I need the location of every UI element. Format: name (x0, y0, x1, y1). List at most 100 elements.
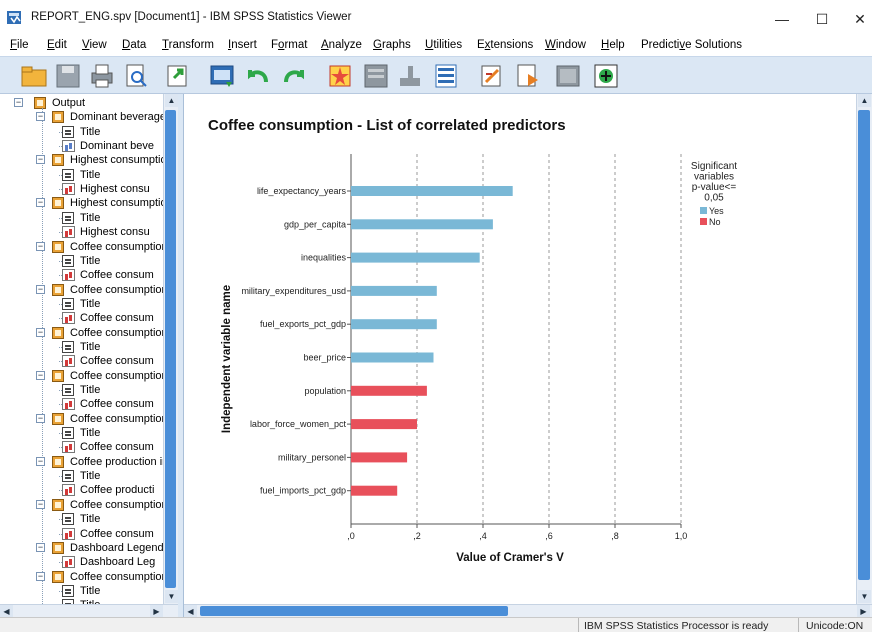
bar-life_expectancy_years[interactable] (351, 186, 513, 196)
menu-file[interactable]: File (10, 39, 29, 51)
outline-title-item[interactable]: Title (58, 340, 170, 354)
close-button[interactable]: ✕ (840, 6, 872, 32)
menu-data[interactable]: Data (122, 39, 146, 51)
scroll-up-arrow-icon[interactable]: ▲ (165, 94, 178, 107)
outline-folder[interactable]: − Coffee consumption (36, 369, 170, 383)
outline-chart-item[interactable]: Coffee producti (58, 483, 170, 497)
outline-folder[interactable]: − Dashboard Legend (36, 541, 170, 555)
designate-window-icon[interactable] (592, 62, 620, 90)
scroll-down-arrow-icon[interactable]: ▼ (858, 590, 871, 603)
outline-chart-item[interactable]: Coffee consum (58, 311, 170, 325)
outline-title-item[interactable]: Title (58, 254, 170, 268)
scroll-down-arrow-icon[interactable]: ▼ (165, 590, 178, 603)
outline-chart-item[interactable]: Highest consu (58, 182, 170, 196)
outline-folder[interactable]: − Highest consumptio (36, 153, 170, 167)
export-icon[interactable] (164, 62, 192, 90)
collapse-icon[interactable]: − (36, 499, 45, 509)
outline-folder[interactable]: − Coffee consumption (36, 240, 170, 254)
collapse-icon[interactable]: − (36, 370, 45, 380)
collapse-icon[interactable]: − (36, 542, 45, 552)
outline-title-item[interactable]: Title (58, 426, 170, 440)
outline-folder[interactable]: − Coffee consumption (36, 570, 170, 584)
outline-folder[interactable]: − Coffee consumption (36, 412, 170, 426)
outline-title-item[interactable]: Title (58, 168, 170, 182)
insert-output-icon[interactable] (478, 62, 506, 90)
outline-horizontal-scrollbar[interactable]: ◀ ▶ (0, 604, 178, 618)
outline-folder[interactable]: − Coffee consumption (36, 498, 170, 512)
menu-window[interactable]: Window (545, 39, 586, 51)
menu-transform[interactable]: Transform (162, 39, 214, 51)
collapse-icon[interactable]: − (36, 327, 45, 337)
run-script-icon[interactable] (514, 62, 542, 90)
bar-military_personel[interactable] (351, 452, 408, 463)
redo-icon[interactable] (280, 62, 308, 90)
menu-utilities[interactable]: Utilities (425, 39, 462, 51)
content-horizontal-scroll-thumb[interactable] (200, 606, 508, 616)
menu-analyze[interactable]: Analyze (321, 39, 362, 51)
outline-folder[interactable]: − Coffee production in (36, 455, 170, 469)
minimize-button[interactable]: — (762, 6, 802, 32)
menu-insert[interactable]: Insert (228, 39, 257, 51)
content-vertical-scroll-thumb[interactable] (858, 110, 870, 580)
outline-folder[interactable]: − Coffee consumption (36, 326, 170, 340)
menu-view[interactable]: View (82, 39, 107, 51)
maximize-button[interactable]: ☐ (802, 6, 842, 32)
outline-title-item[interactable]: Title (58, 125, 170, 139)
collapse-icon[interactable]: − (14, 98, 23, 107)
outline-chart-item[interactable]: Coffee consum (58, 397, 170, 411)
bar-military_expenditures_usd[interactable] (351, 285, 437, 296)
outline-title-item[interactable]: Title (58, 512, 170, 526)
collapse-icon[interactable]: − (36, 571, 45, 581)
outline-title-item[interactable]: Title (58, 383, 170, 397)
menu-graphs[interactable]: Graphs (373, 39, 411, 51)
collapse-icon[interactable]: − (36, 155, 45, 165)
bar-beer_price[interactable] (351, 352, 434, 363)
bar-population[interactable] (351, 385, 427, 396)
outline-folder[interactable]: − Highest consumptio (36, 196, 170, 210)
outline-chart-item[interactable]: Dominant beve (58, 139, 170, 153)
save-icon[interactable] (54, 62, 82, 90)
variables-icon[interactable] (432, 62, 460, 90)
menu-predictive-solutions[interactable]: Predictive Solutions (641, 39, 742, 51)
outline-title-item[interactable]: Title (58, 211, 170, 225)
bar-chart[interactable]: ,0 ,2 ,4 ,6 ,8 1,0 life_expectancy_years gdp_pe… (184, 94, 856, 604)
outline-chart-item[interactable]: Highest consu (58, 225, 170, 239)
outline-chart-item[interactable]: Coffee consum (58, 527, 170, 541)
menu-help[interactable]: Help (601, 39, 625, 51)
collapse-icon[interactable]: − (36, 456, 45, 466)
open-icon[interactable] (20, 62, 48, 90)
outline-title-item[interactable]: Title (58, 469, 170, 483)
print-preview-icon[interactable] (122, 62, 150, 90)
collapse-icon[interactable]: − (36, 413, 45, 423)
bar-fuel_imports_pct_gdp[interactable] (351, 485, 398, 496)
outline-folder[interactable]: − Dominant beverage (36, 110, 170, 124)
bar-fuel_exports_pct_gdp[interactable] (351, 319, 437, 330)
bar-gdp_per_capita[interactable] (351, 219, 493, 230)
show-hide-icon[interactable] (554, 62, 582, 90)
outline-chart-item[interactable]: Coffee consum (58, 354, 170, 368)
outline-chart-item[interactable]: Dashboard Leg (58, 555, 170, 569)
print-icon[interactable] (88, 62, 116, 90)
collapse-icon[interactable]: − (36, 112, 45, 122)
outline-chart-item[interactable]: Coffee consum (58, 440, 170, 454)
scroll-up-arrow-icon[interactable]: ▲ (858, 94, 871, 107)
outline-title-item[interactable]: Title (58, 297, 170, 311)
outline-chart-item[interactable]: Coffee consum (58, 268, 170, 282)
outline-folder[interactable]: − Coffee consumption (36, 283, 170, 297)
outline-vertical-scroll-thumb[interactable] (165, 110, 176, 588)
goto-variable-icon[interactable] (396, 62, 424, 90)
menu-extensions[interactable]: Extensions (477, 39, 533, 51)
outline-root[interactable]: − Output (14, 96, 164, 110)
goto-data-icon[interactable] (326, 62, 354, 90)
collapse-icon[interactable]: − (36, 284, 45, 294)
collapse-icon[interactable]: − (36, 198, 45, 208)
undo-icon[interactable] (244, 62, 272, 90)
bar-labor_force_women_pct[interactable] (351, 419, 417, 430)
goto-case-icon[interactable] (362, 62, 390, 90)
bar-inequalities[interactable] (351, 252, 480, 263)
outline-title-item[interactable]: Title (58, 584, 170, 598)
menu-format[interactable]: Format (271, 39, 307, 51)
collapse-icon[interactable]: − (36, 241, 45, 251)
menu-edit[interactable]: Edit (47, 39, 67, 51)
recall-dialog-icon[interactable] (208, 62, 236, 90)
